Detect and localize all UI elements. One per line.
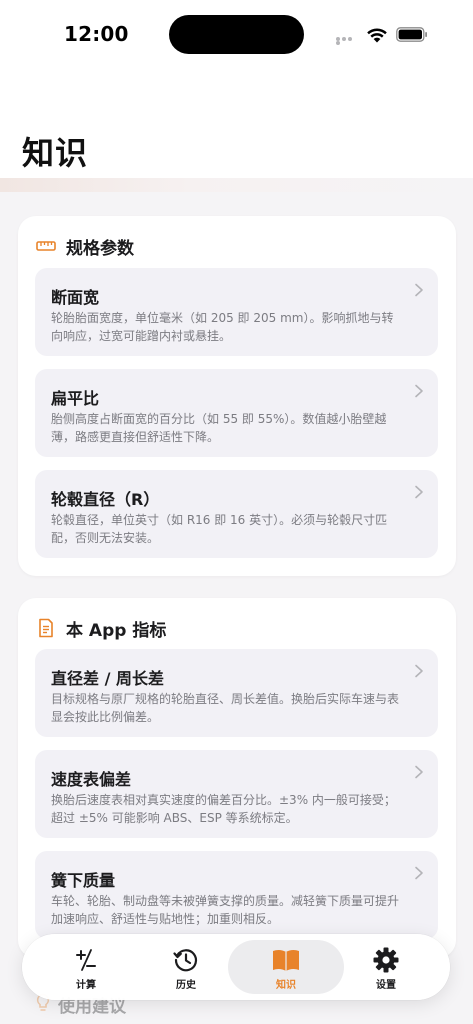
item-title: 扁平比 [51,389,100,408]
tab-label: 设置 [376,980,396,991]
document-icon [36,618,56,638]
item-title: 速度表偏差 [51,770,132,789]
chevron-right-icon [415,664,423,678]
chevron-right-icon [415,283,423,297]
header-gradient [0,178,473,192]
tab-bar: 计算 历史 知识 设置 [22,934,450,1000]
chevron-right-icon [415,384,423,398]
signal-dots-icon [336,37,358,45]
section-spec-params: 规格参数 断面宽 轮胎胎面宽度，单位毫米（如 205 即 205 mm）。影响抓… [18,216,456,576]
tab-label: 历史 [176,980,196,991]
dynamic-island [169,15,304,54]
knowledge-item-unsprung-mass[interactable]: 簧下质量 车轮、轮胎、制动盘等未被弹簧支撑的质量。减轻簧下质量可提升加速响应、舒… [35,851,438,939]
item-title: 断面宽 [51,288,100,307]
tab-calculate[interactable]: 计算 [28,940,144,994]
section-header: 规格参数 [36,234,134,259]
book-icon [271,946,301,974]
knowledge-item-rim-diameter[interactable]: 轮毂直径（R） 轮毂直径，单位英寸（如 R16 即 16 英寸）。必须与轮毂尺寸… [35,470,438,558]
chevron-right-icon [415,866,423,880]
item-description: 换胎后速度表相对真实速度的偏差百分比。±3% 内一般可接受；超过 ±5% 可能影… [51,793,396,825]
battery-icon [396,27,427,42]
item-description: 目标规格与原厂规格的轮胎直径、周长差值。换胎后实际车速与表显会按此比例偏差。 [51,692,400,724]
tab-knowledge[interactable]: 知识 [228,940,344,994]
section-app-metrics: 本 App 指标 直径差 / 周长差 目标规格与原厂规格的轮胎直径、周长差值。换… [18,598,456,958]
item-title: 轮毂直径（R） [51,490,160,509]
item-description: 胎侧高度占断面宽的百分比（如 55 即 55%）。数值越小胎壁越薄，路感更直接但… [51,412,387,444]
item-title: 直径差 / 周长差 [51,669,164,688]
knowledge-item-aspect-ratio[interactable]: 扁平比 胎侧高度占断面宽的百分比（如 55 即 55%）。数值越小胎壁越薄，路感… [35,369,438,457]
item-description: 车轮、轮胎、制动盘等未被弹簧支撑的质量。减轻簧下质量可提升加速响应、舒适性与贴地… [51,894,400,926]
chevron-right-icon [415,765,423,779]
knowledge-item-section-width[interactable]: 断面宽 轮胎胎面宽度，单位毫米（如 205 即 205 mm）。影响抓地与转向响… [35,268,438,356]
section-header: 本 App 指标 [36,616,167,641]
tab-settings[interactable]: 设置 [328,940,444,994]
status-time: 12:00 [64,22,129,46]
tab-history[interactable]: 历史 [128,940,244,994]
gear-icon [371,946,401,974]
ruler-icon [36,236,56,256]
history-icon [171,946,201,974]
item-title: 簧下质量 [51,871,116,890]
tab-label: 计算 [76,980,96,991]
plus-minus-icon [71,946,101,974]
item-description: 轮毂直径，单位英寸（如 R16 即 16 英寸）。必须与轮毂尺寸匹配，否则无法安… [51,513,388,545]
section-title: 规格参数 [66,238,134,259]
page-title: 知识 [22,134,89,172]
item-description: 轮胎胎面宽度，单位毫米（如 205 即 205 mm）。影响抓地与转向响应，过宽… [51,311,394,343]
knowledge-item-speedometer-deviation[interactable]: 速度表偏差 换胎后速度表相对真实速度的偏差百分比。±3% 内一般可接受；超过 ±… [35,750,438,838]
wifi-icon [367,28,387,43]
chevron-right-icon [415,485,423,499]
tab-label: 知识 [276,980,296,991]
knowledge-item-diameter-diff[interactable]: 直径差 / 周长差 目标规格与原厂规格的轮胎直径、周长差值。换胎后实际车速与表显… [35,649,438,737]
section-title: 本 App 指标 [66,620,167,641]
